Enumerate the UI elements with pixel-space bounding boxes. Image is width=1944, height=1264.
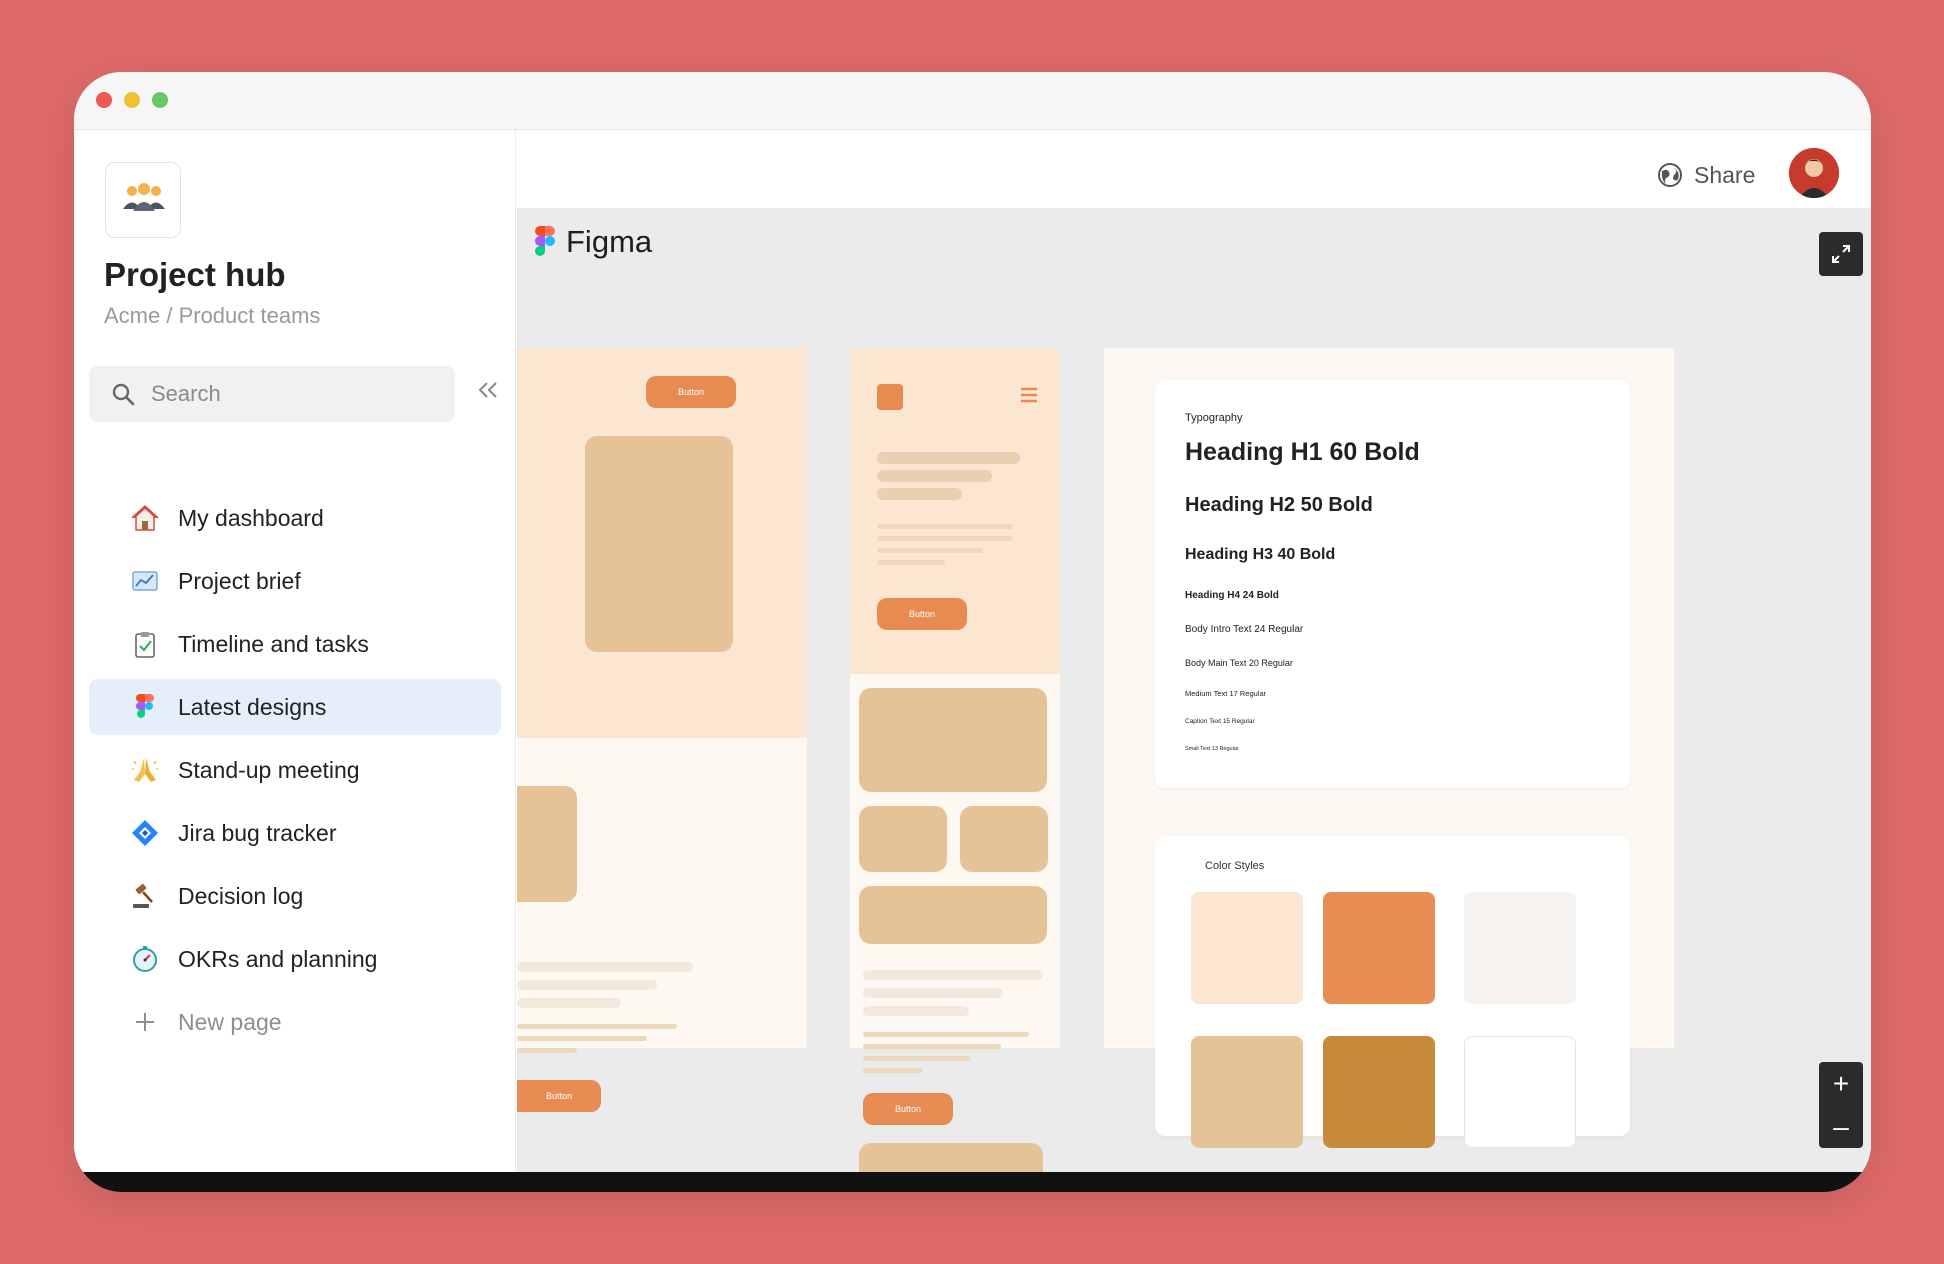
design-frame-desktop: Button Button bbox=[517, 348, 807, 1112]
user-avatar[interactable] bbox=[1789, 148, 1839, 198]
chart-icon bbox=[131, 567, 159, 595]
zoom-in-button[interactable]: + bbox=[1819, 1062, 1863, 1105]
body-main-sample: Body Main Text 20 Regular bbox=[1185, 658, 1293, 668]
typography-label: Typography bbox=[1185, 412, 1243, 424]
sidebar-item-decision-log[interactable]: Decision log bbox=[89, 868, 501, 924]
sidebar: Project hub Acme / Product teams Search bbox=[74, 130, 516, 1172]
app-window: Project hub Acme / Product teams Search bbox=[74, 72, 1871, 1192]
breadcrumb: Acme / Product teams bbox=[104, 303, 321, 328]
heading-h3-sample: Heading H3 40 Bold bbox=[1185, 546, 1336, 563]
hamburger-menu-icon bbox=[1021, 387, 1037, 403]
mock-button: Button bbox=[646, 376, 736, 408]
figma-icon bbox=[131, 693, 159, 721]
sidebar-nav: My dashboard Project brief Timeline and … bbox=[89, 490, 501, 1057]
double-chevron-left-icon bbox=[478, 382, 497, 398]
heading-h4-sample: Heading H4 24 Bold bbox=[1185, 590, 1279, 601]
sidebar-item-stand-up-meeting[interactable]: Stand-up meeting bbox=[89, 742, 501, 798]
jira-icon bbox=[131, 819, 159, 847]
fullscreen-button[interactable] bbox=[1819, 232, 1863, 276]
color-swatch bbox=[1323, 1036, 1435, 1148]
collapse-sidebar-button[interactable] bbox=[472, 374, 504, 406]
house-icon bbox=[131, 504, 159, 532]
search-input[interactable]: Search bbox=[89, 366, 455, 422]
clipboard-icon bbox=[131, 630, 159, 658]
design-frame-style-guide: Typography Heading H1 60 Bold Heading H2… bbox=[1104, 348, 1674, 1148]
search-icon bbox=[112, 383, 135, 406]
zoom-controls: + – bbox=[1819, 1062, 1863, 1148]
mock-button: Button bbox=[863, 1093, 953, 1125]
mock-image-block bbox=[585, 436, 733, 652]
body-intro-sample: Body Intro Text 24 Regular bbox=[1185, 624, 1304, 635]
zoom-out-button[interactable]: – bbox=[1819, 1105, 1863, 1148]
stopwatch-icon bbox=[131, 945, 159, 973]
figma-embed-canvas[interactable]: Figma Button Button Button Button Typogr… bbox=[517, 208, 1871, 1172]
sidebar-item-project-brief[interactable]: Project brief bbox=[89, 553, 501, 609]
main-area: Share Figma Button Button Button Button … bbox=[517, 130, 1871, 1172]
sidebar-item-okrs-and-planning[interactable]: OKRs and planning bbox=[89, 931, 501, 987]
praying-hands-icon bbox=[131, 756, 159, 784]
mock-button: Button bbox=[517, 1080, 601, 1112]
color-swatch bbox=[1464, 892, 1576, 1004]
minimize-window-button[interactable] bbox=[124, 92, 140, 108]
design-frame-mobile: Button Button bbox=[850, 348, 1060, 1172]
project-title: Project hub bbox=[104, 256, 286, 293]
color-swatch bbox=[1464, 1036, 1576, 1148]
sidebar-item-timeline-and-tasks[interactable]: Timeline and tasks bbox=[89, 616, 501, 672]
caption-text-sample: Caption Text 15 Regular bbox=[1185, 718, 1255, 725]
close-window-button[interactable] bbox=[96, 92, 112, 108]
typography-card: Typography Heading H1 60 Bold Heading H2… bbox=[1155, 380, 1630, 788]
heading-h2-sample: Heading H2 50 Bold bbox=[1185, 494, 1373, 516]
share-button[interactable]: Share bbox=[1657, 160, 1777, 190]
heading-h1-sample: Heading H1 60 Bold bbox=[1185, 438, 1420, 466]
color-styles-label: Color Styles bbox=[1205, 860, 1265, 872]
workspace-logo[interactable] bbox=[105, 162, 181, 238]
color-swatch bbox=[1323, 892, 1435, 1004]
sidebar-item-latest-designs[interactable]: Latest designs bbox=[89, 679, 501, 735]
color-styles-card: Color Styles bbox=[1155, 836, 1630, 1148]
team-icon bbox=[123, 183, 165, 211]
mock-button: Button bbox=[877, 598, 967, 630]
medium-text-sample: Medium Text 17 Regular bbox=[1185, 689, 1267, 698]
maximize-window-button[interactable] bbox=[152, 92, 168, 108]
sidebar-item-jira-bug-tracker[interactable]: Jira bug tracker bbox=[89, 805, 501, 861]
mock-logo bbox=[877, 384, 903, 410]
window-bottom-bar bbox=[74, 1172, 1871, 1192]
sidebar-item-my-dashboard[interactable]: My dashboard bbox=[89, 490, 501, 546]
expand-icon bbox=[1832, 245, 1850, 263]
color-swatch bbox=[1191, 1036, 1303, 1148]
globe-icon bbox=[1658, 163, 1682, 187]
plus-icon bbox=[131, 1008, 159, 1036]
search-placeholder: Search bbox=[151, 381, 221, 406]
gavel-icon bbox=[131, 882, 159, 910]
figma-logo-icon bbox=[535, 226, 555, 256]
mock-image-block bbox=[517, 786, 577, 902]
new-page-button[interactable]: New page bbox=[89, 994, 501, 1050]
title-bar bbox=[74, 72, 1871, 130]
small-text-sample: Small Text 13 Regular bbox=[1185, 746, 1239, 752]
color-swatch bbox=[1191, 892, 1303, 1004]
